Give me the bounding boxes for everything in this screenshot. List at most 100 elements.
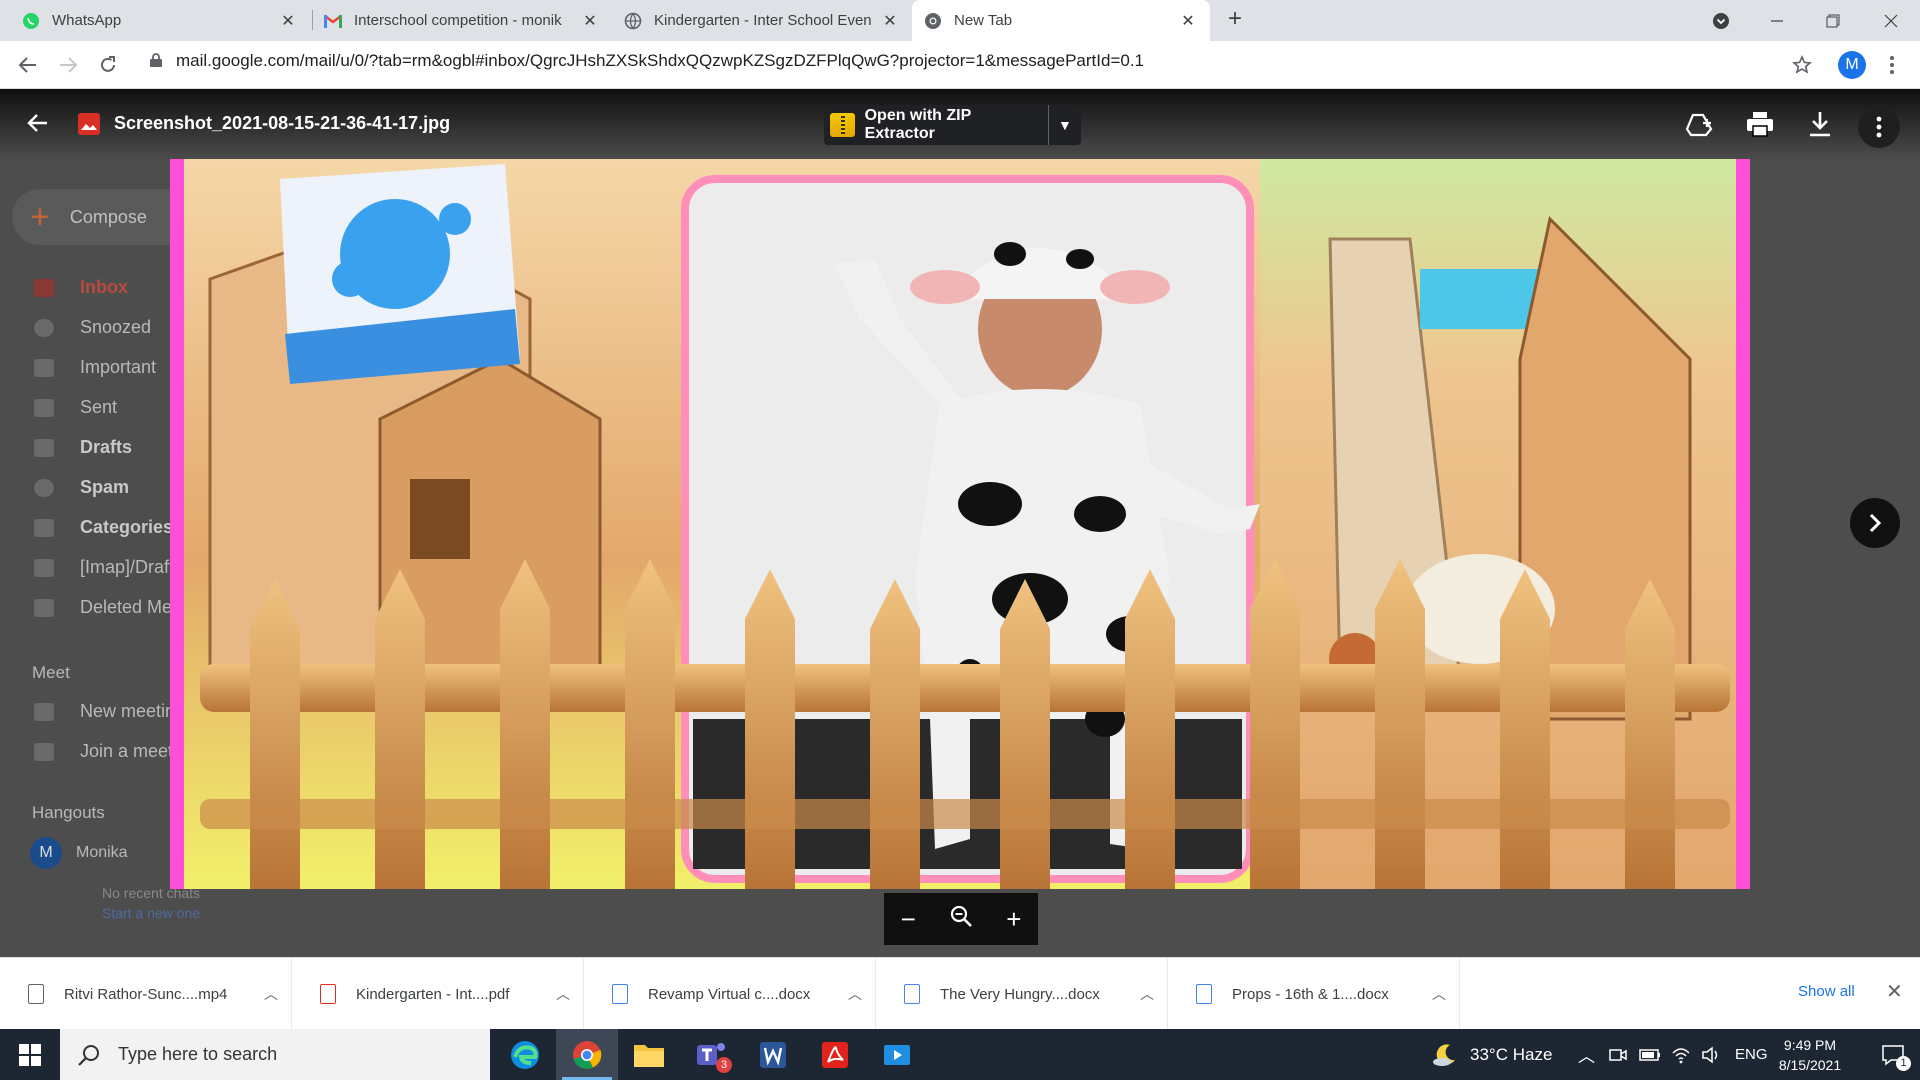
more-options-button[interactable]	[1858, 106, 1900, 148]
magnifier-icon[interactable]	[949, 904, 973, 935]
chevron-up-icon[interactable]: ︿	[1127, 984, 1167, 1004]
profile-avatar[interactable]: M	[1838, 51, 1866, 79]
notification-count: 1	[1896, 1056, 1911, 1071]
clock[interactable]: 9:49 PM 8/15/2021	[1760, 1035, 1860, 1075]
taskbar-search-input[interactable]: Type here to search	[60, 1029, 490, 1080]
tab-kindergarten[interactable]: Kindergarten - Inter School Even ✕	[612, 0, 912, 41]
wifi-icon	[1672, 1047, 1690, 1063]
taskbar-acrobat[interactable]	[804, 1029, 866, 1080]
plus-icon: +	[30, 198, 50, 236]
action-center-button[interactable]: 1	[1866, 1029, 1920, 1080]
address-bar[interactable]: mail.google.com/mail/u/0/?tab=rm&ogbl#in…	[150, 51, 1144, 71]
chrome-icon	[924, 12, 942, 30]
whatsapp-icon	[22, 12, 40, 30]
image-file-icon	[78, 113, 100, 135]
taskbar-edge[interactable]	[494, 1029, 556, 1080]
clock-icon	[34, 318, 54, 337]
label-icon	[34, 518, 54, 537]
forward-button[interactable]	[52, 49, 84, 81]
zoom-out-button[interactable]: −	[901, 904, 916, 935]
sidebar-item-sent[interactable]: Sent	[34, 397, 117, 418]
meet-now-icon	[1609, 1048, 1627, 1061]
tab-whatsapp[interactable]: WhatsApp ✕	[10, 0, 310, 41]
add-to-drive-button[interactable]	[1682, 106, 1718, 142]
taskbar: Type here to search 3 33°C Haze ︿ ENG 9:…	[0, 1029, 1920, 1080]
bookmark-button[interactable]	[1786, 49, 1818, 81]
gmail-icon	[324, 12, 342, 30]
restore-button[interactable]	[1808, 0, 1858, 41]
close-preview-button[interactable]	[26, 111, 54, 139]
print-button[interactable]	[1742, 106, 1778, 142]
tab-label: New Tab	[954, 12, 1013, 29]
preview-header: Screenshot_2021-08-15-21-36-41-17.jpg Op…	[0, 89, 1920, 161]
tab-strip: WhatsApp ✕ Interschool competition - mon…	[0, 0, 1920, 41]
sidebar-item-snoozed[interactable]: Snoozed	[34, 317, 151, 338]
teams-badge: 3	[716, 1057, 732, 1073]
chevron-up-icon[interactable]: ︿	[1578, 1042, 1595, 1067]
label-icon	[34, 598, 54, 617]
tab-gmail[interactable]: Interschool competition - monik ✕	[312, 0, 612, 41]
minimize-button[interactable]	[1752, 0, 1802, 41]
taskbar-file-explorer[interactable]	[618, 1029, 680, 1080]
close-icon[interactable]: ✕	[580, 11, 600, 31]
close-download-shelf-button[interactable]: ✕	[1886, 979, 1903, 1004]
acrobat-icon	[822, 1041, 848, 1068]
download-item[interactable]: Revamp Virtual c....docx ︿	[584, 958, 876, 1030]
close-icon	[1884, 14, 1898, 27]
sidebar-item-categories[interactable]: Categories	[34, 517, 173, 538]
browser-menu-button[interactable]	[1876, 49, 1908, 81]
taskbar-media-player[interactable]	[866, 1029, 928, 1080]
add-to-drive-icon	[1685, 113, 1713, 137]
chevron-up-icon[interactable]: ︿	[835, 984, 875, 1004]
download-item[interactable]: The Very Hungry....docx ︿	[876, 958, 1168, 1030]
close-icon[interactable]: ✕	[1178, 11, 1198, 31]
window-close-button[interactable]	[1866, 0, 1916, 41]
kebab-menu-icon	[1876, 116, 1882, 138]
close-icon[interactable]: ✕	[880, 11, 900, 31]
pdf-file-icon	[320, 984, 336, 1004]
sidebar-item-important[interactable]: Important	[34, 357, 156, 378]
tab-search-button[interactable]	[1696, 0, 1746, 41]
chevron-down-icon[interactable]: ▼	[1049, 117, 1081, 133]
start-new-chat-link[interactable]: Start a new one	[102, 905, 200, 921]
sidebar-item-drafts[interactable]: Drafts	[34, 437, 132, 458]
show-all-downloads-link[interactable]: Show all	[1798, 983, 1855, 1000]
download-item[interactable]: Props - 16th & 1....docx ︿	[1168, 958, 1460, 1030]
taskbar-word[interactable]	[742, 1029, 804, 1080]
open-with-zip-extractor-button[interactable]: Open with ZIP Extractor ▼	[824, 105, 1081, 145]
word-icon	[760, 1041, 786, 1068]
arrow-left-icon	[27, 114, 47, 132]
download-item[interactable]: Kindergarten - Int....pdf ︿	[292, 958, 584, 1030]
weather-widget[interactable]: 33°C Haze	[1432, 1029, 1552, 1080]
url-text: mail.google.com/mail/u/0/?tab=rm&ogbl#in…	[176, 51, 1145, 70]
chevron-up-icon[interactable]: ︿	[1419, 984, 1459, 1004]
restore-icon	[1826, 14, 1840, 27]
chevron-right-icon	[1869, 513, 1882, 533]
download-button[interactable]	[1802, 106, 1838, 142]
arrow-right-icon	[60, 57, 78, 73]
file-name: Screenshot_2021-08-15-21-36-41-17.jpg	[114, 113, 451, 133]
new-tab-button[interactable]: +	[1221, 6, 1249, 34]
zoom-in-button[interactable]: +	[1006, 904, 1021, 935]
kebab-menu-icon	[1890, 56, 1894, 74]
taskbar-chrome[interactable]	[556, 1029, 618, 1080]
hangouts-user[interactable]: M Monika	[30, 837, 128, 869]
sidebar-item-inbox[interactable]: Inbox	[34, 277, 128, 298]
download-item[interactable]: Ritvi Rathor-Sunc....mp4 ︿	[0, 958, 292, 1030]
next-image-button[interactable]	[1850, 498, 1900, 548]
chevron-up-icon[interactable]: ︿	[251, 984, 291, 1004]
sidebar-item-imap-drafts[interactable]: [Imap]/Drafts	[34, 557, 183, 578]
search-icon	[78, 1044, 100, 1066]
back-button[interactable]	[12, 49, 44, 81]
preview-image	[170, 159, 1750, 889]
reload-icon	[101, 56, 115, 72]
chevron-up-icon[interactable]: ︿	[543, 984, 583, 1004]
start-button[interactable]	[0, 1029, 60, 1080]
moon-weather-icon	[1433, 1043, 1455, 1066]
new-meeting-item[interactable]: New meeting	[34, 701, 185, 722]
reload-button[interactable]	[92, 49, 124, 81]
sidebar-item-spam[interactable]: Spam	[34, 477, 129, 498]
close-icon[interactable]: ✕	[278, 11, 298, 31]
tab-new-tab[interactable]: New Tab ✕	[912, 0, 1210, 41]
taskbar-teams[interactable]: 3	[680, 1029, 742, 1080]
